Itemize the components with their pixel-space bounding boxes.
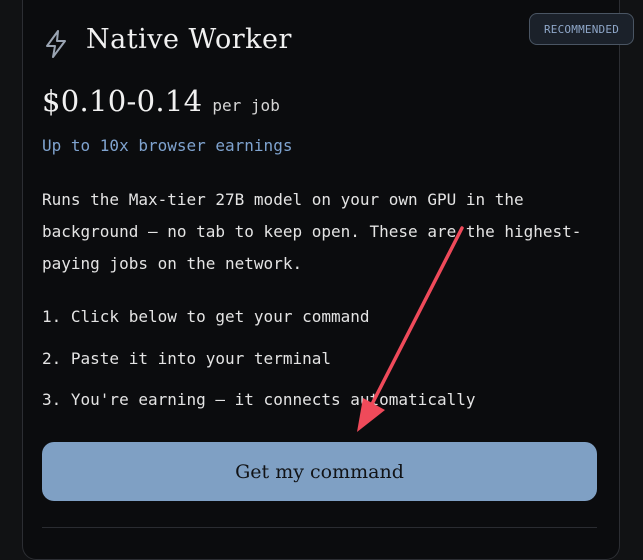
card-divider bbox=[42, 527, 597, 528]
price-value: $0.10-0.14 bbox=[42, 84, 203, 118]
recommended-badge: RECOMMENDED bbox=[529, 13, 634, 45]
step-3: 3. You're earning — it connects automati… bbox=[42, 390, 476, 409]
price-unit: per job bbox=[212, 96, 280, 115]
price-row: $0.10-0.14 per job bbox=[42, 84, 280, 118]
step-1: 1. Click below to get your command bbox=[42, 307, 370, 326]
get-command-button[interactable]: Get my command bbox=[42, 442, 597, 501]
lightning-bolt-icon bbox=[46, 30, 66, 58]
card-description: Runs the Max-tier 27B model on your own … bbox=[42, 190, 582, 273]
earnings-note: Up to 10x browser earnings bbox=[42, 136, 293, 155]
step-2: 2. Paste it into your terminal bbox=[42, 349, 331, 368]
card-title: Native Worker bbox=[86, 24, 292, 55]
